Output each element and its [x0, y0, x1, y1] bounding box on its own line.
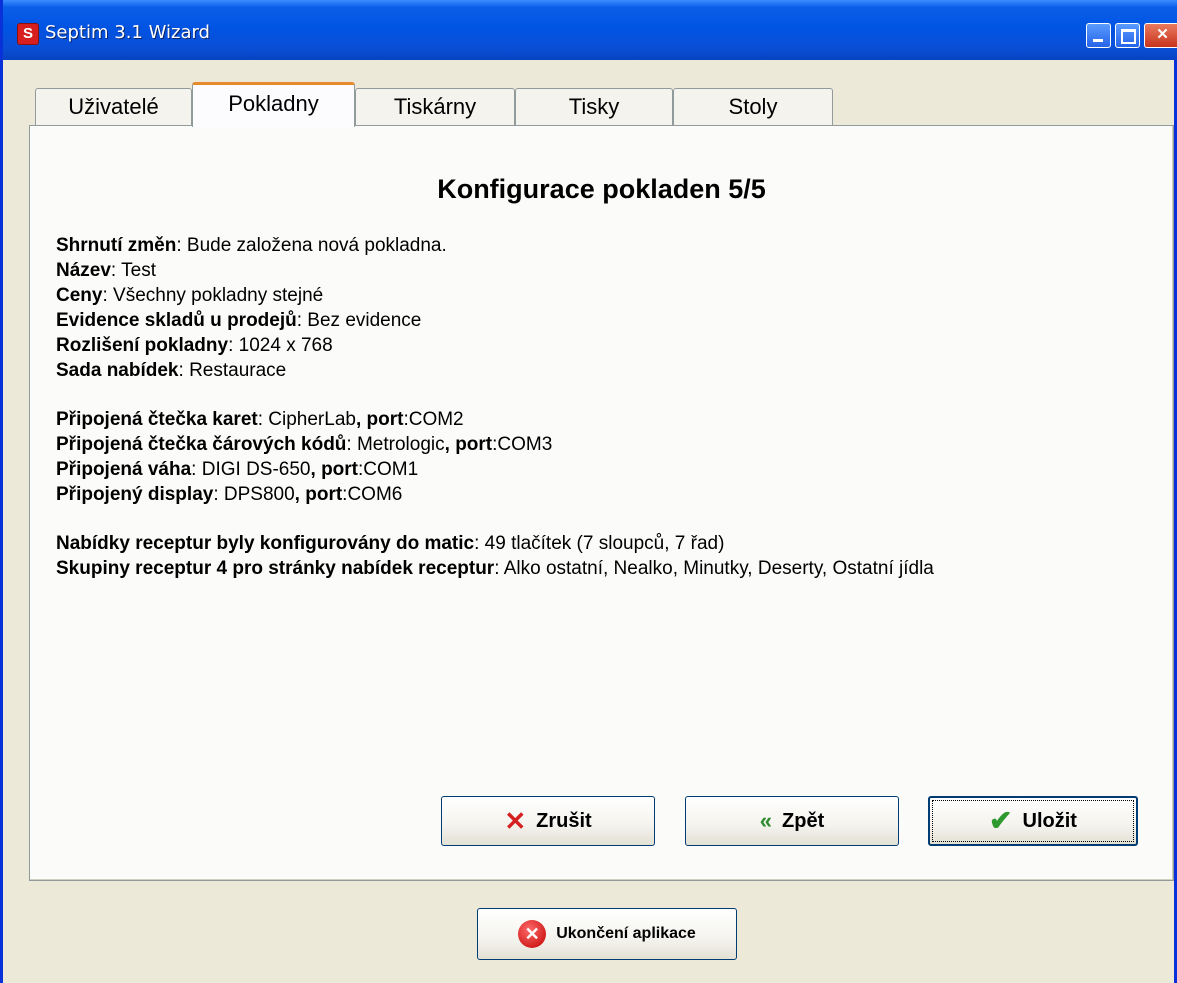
page-title: Konfigurace pokladen 5/5	[437, 174, 766, 204]
checkmark-icon: ✔	[989, 805, 1013, 836]
device-line: Připojený display: DPS800, port:COM6	[56, 484, 403, 505]
tab-uzivatele[interactable]: Uživatelé	[35, 88, 192, 126]
back-button[interactable]: « Zpět	[685, 796, 899, 846]
wizard-window: S Septim 3.1 Wizard ✕ Uživatelé Pokladny…	[0, 0, 1177, 983]
tab-pokladny[interactable]: Pokladny	[192, 82, 355, 127]
app-icon[interactable]: S	[17, 23, 39, 45]
summary-line: Název: Test	[56, 260, 156, 281]
device-line: Připojená váha: DIGI DS-650, port:COM1	[56, 459, 419, 480]
device-line: Připojená čtečka karet: CipherLab, port:…	[56, 409, 464, 430]
recipe-line: Skupiny receptur 4 pro stránky nabídek r…	[56, 558, 934, 579]
tab-tisky[interactable]: Tisky	[515, 88, 673, 126]
minimize-button[interactable]	[1086, 23, 1111, 48]
exit-icon: ✕	[518, 920, 547, 948]
window-title: Septim 3.1 Wizard	[45, 22, 210, 43]
summary-line: Rozlišení pokladny: 1024 x 768	[56, 335, 333, 356]
save-button[interactable]: ✔ Uložit	[928, 796, 1138, 846]
recipe-line: Nabídky receptur byly konfigurovány do m…	[56, 533, 725, 554]
exit-label: Ukončení aplikace	[556, 925, 696, 942]
summary-line: Evidence skladů u prodejů: Bez evidence	[56, 310, 422, 331]
x-icon: ✕	[504, 806, 527, 836]
back-label: Zpět	[782, 809, 825, 832]
title-bar[interactable]: S Septim 3.1 Wizard ✕	[3, 0, 1177, 60]
summary-line: Shrnutí změn: Bude založena nová pokladn…	[56, 235, 447, 256]
maximize-button[interactable]	[1115, 23, 1140, 48]
exit-application-button[interactable]: ✕ Ukončení aplikace	[477, 908, 737, 960]
tab-stoly[interactable]: Stoly	[673, 88, 833, 126]
double-chevron-left-icon: «	[759, 808, 773, 833]
tab-tiskarny[interactable]: Tiskárny	[355, 88, 515, 126]
summary-line: Ceny: Všechny pokladny stejné	[56, 285, 324, 306]
cancel-button[interactable]: ✕ Zrušit	[441, 796, 655, 846]
tab-panel: Konfigurace pokladen 5/5 Shrnutí změn: B…	[29, 125, 1174, 881]
device-line: Připojená čtečka čárových kódů: Metrolog…	[56, 434, 553, 455]
save-label: Uložit	[1022, 809, 1077, 832]
cancel-label: Zrušit	[536, 809, 592, 832]
summary-text: Shrnutí změn: Bude založena nová pokladn…	[56, 233, 1156, 581]
close-button[interactable]: ✕	[1144, 23, 1177, 48]
summary-line: Sada nabídek: Restaurace	[56, 360, 287, 381]
